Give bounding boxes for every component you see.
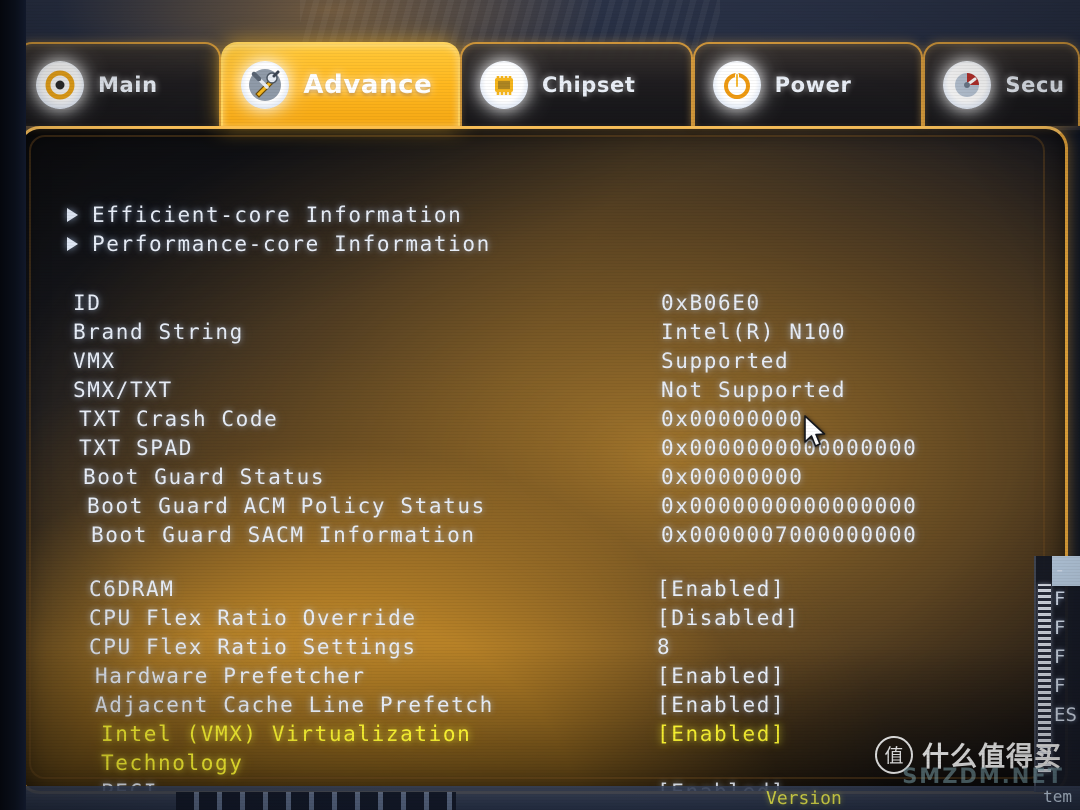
target-icon [36,61,84,109]
setting-label-adjacent-cache-line-prefetch[interactable]: Adjacent Cache Line Prefetch [95,693,494,717]
bios-tab-bar: Main Advance Chipset Power Secu [0,36,1080,126]
tab-advance[interactable]: Advance [221,42,460,126]
bottom-bar-version-text: Version [766,788,842,809]
expand-arrow-icon [67,237,78,251]
setting-value-cpu-flex-ratio-override[interactable]: [Disabled] [657,606,799,630]
hotkey-row: F [1054,646,1066,668]
menu-label: Performance-core Information [92,232,491,256]
setting-value-c6dram[interactable]: [Enabled] [657,577,785,601]
hotkey-row: ES [1054,704,1077,726]
info-value-txt-crash-code: 0x00000000 [661,407,804,431]
info-value-brand-string: Intel(R) N100 [661,320,847,344]
hotkey-list: - F F F F ES [1054,556,1080,730]
hotkey-row: F [1054,675,1066,697]
info-label-boot-guard-sacm-information: Boot Guard SACM Information [91,523,476,547]
setting-label-hardware-prefetcher[interactable]: Hardware Prefetcher [95,664,366,688]
advance-settings-panel: Efficient-core Information Performance-c… [18,126,1068,794]
tab-power[interactable]: Power [692,42,924,126]
info-label-boot-guard-acm-policy-status: Boot Guard ACM Policy Status [87,494,486,518]
setting-label-cpu-flex-ratio-settings[interactable]: CPU Flex Ratio Settings [89,635,417,659]
info-label-smx-txt: SMX/TXT [73,378,173,402]
bottom-bar-right-text: tem [1043,787,1072,806]
info-value-boot-guard-status: 0x00000000 [661,465,804,489]
info-value-boot-guard-acm-policy-status: 0x0000000000000000 [661,494,918,518]
setting-value-hardware-prefetcher[interactable]: [Enabled] [657,664,785,688]
info-label-txt-spad: TXT SPAD [79,436,193,460]
menu-label: Efficient-core Information [92,203,463,227]
monitor-bezel-left [0,0,26,810]
watermark-site: SMZDM.NET [902,764,1064,788]
setting-value-cpu-flex-ratio-settings[interactable]: 8 [657,635,671,659]
hotkey-row: - [1054,559,1066,581]
info-label-txt-crash-code: TXT Crash Code [79,407,279,431]
menu-item-efficient-core-information[interactable]: Efficient-core Information [67,203,462,227]
bios-bottom-status-bar: Version tem [26,786,1080,810]
setting-label-intel-vmx-virtualization-technology[interactable]: Intel (VMX) Virtualization [101,722,471,746]
info-label-id: ID [73,291,102,315]
setting-value-adjacent-cache-line-prefetch[interactable]: [Enabled] [657,693,785,717]
info-value-boot-guard-sacm-information: 0x0000007000000000 [661,523,918,547]
setting-value-intel-vmx-virtualization-technology[interactable]: [Enabled] [657,722,785,746]
setting-label-c6dram[interactable]: C6DRAM [89,577,174,601]
info-value-smx-txt: Not Supported [661,378,847,402]
bios-text-layer: Efficient-core Information Performance-c… [21,129,1065,791]
info-label-boot-guard-status: Boot Guard Status [83,465,326,489]
menu-item-performance-core-information[interactable]: Performance-core Information [67,232,491,256]
tab-power-label: Power [774,73,852,97]
tab-security[interactable]: Secu [923,42,1080,126]
tools-icon [241,61,290,109]
info-label-vmx: VMX [73,349,116,373]
hotkey-row: F [1054,588,1066,610]
expand-arrow-icon [67,208,78,222]
tab-chipset-label: Chipset [541,73,636,97]
info-value-id: 0xB06E0 [661,291,761,315]
info-value-vmx: Supported [661,349,790,373]
horizontal-scrollbar[interactable] [176,792,456,810]
chip-icon [479,61,528,109]
setting-label-cpu-flex-ratio-override[interactable]: CPU Flex Ratio Override [89,606,417,630]
tab-main-label: Main [98,73,158,97]
bios-screen: Main Advance Chipset Power Secu Efficien… [0,0,1080,810]
power-icon [712,61,761,109]
tab-chipset[interactable]: Chipset [459,42,693,126]
security-icon [943,61,992,109]
setting-label-intel-vmx-virtualization-technology-wrap[interactable]: Technology [101,751,243,775]
tab-advance-label: Advance [303,70,433,100]
info-value-txt-spad: 0x0000000000000000 [661,436,918,460]
tab-security-label: Secu [1005,73,1065,97]
hotkey-row: F [1054,617,1066,639]
arrow-pointer-icon [803,415,829,455]
info-label-brand-string: Brand String [73,320,244,344]
tab-main[interactable]: Main [16,42,222,126]
